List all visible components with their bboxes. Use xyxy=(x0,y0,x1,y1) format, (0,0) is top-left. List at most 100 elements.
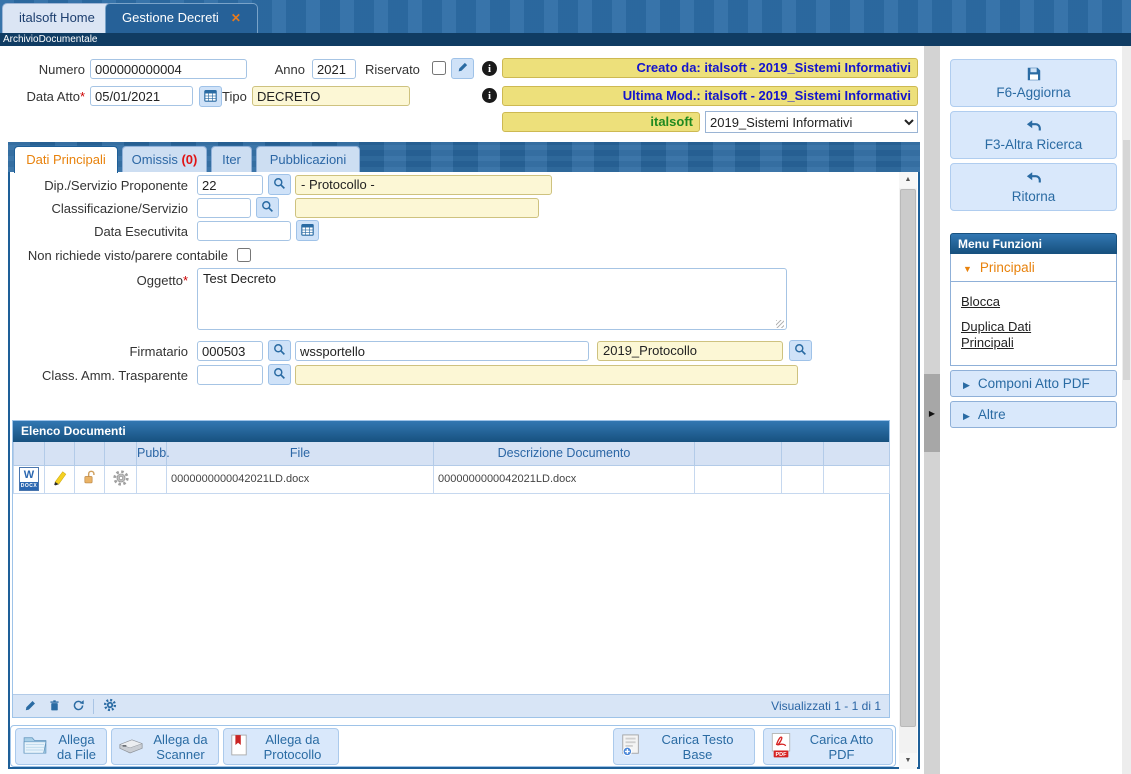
col-pubb[interactable]: Pubb. xyxy=(137,442,167,465)
info-icon: i xyxy=(482,88,497,103)
f6-aggiorna-button[interactable]: F6-Aggiorna xyxy=(950,59,1117,107)
pencil-icon xyxy=(24,699,37,715)
search-icon xyxy=(794,343,807,359)
allega-da-scanner-button[interactable]: Allega da Scanner xyxy=(111,728,219,765)
delete-document-button[interactable] xyxy=(45,698,63,715)
profilo-select[interactable]: 2019_Sistemi Informativi xyxy=(705,111,918,133)
scroll-down-icon[interactable]: ▼ xyxy=(899,753,917,769)
attach-toolbar: Allega da File Allega da Scanner Allega … xyxy=(10,725,896,767)
load-text-icon xyxy=(620,733,642,760)
documents-panel-title: Elenco Documenti xyxy=(13,421,889,442)
data-esecutivita-field[interactable] xyxy=(197,221,291,241)
data-esecutivita-calendar-button[interactable] xyxy=(296,220,319,241)
firmatario-ufficio-search-button[interactable] xyxy=(789,340,812,361)
ritorna-button[interactable]: Ritorna xyxy=(950,163,1117,211)
refresh-icon xyxy=(72,699,85,715)
visto-checkbox[interactable] xyxy=(237,248,251,262)
col-descrizione[interactable]: Descrizione Documento xyxy=(434,442,695,465)
breadcrumb: ArchivioDocumentale xyxy=(0,33,1131,46)
class-amm-label: Class. Amm. Trasparente xyxy=(10,366,188,386)
principali-links: Blocca Duplica Dati Principali xyxy=(950,282,1117,366)
data-atto-label: Data Atto* xyxy=(0,87,85,107)
class-amm-desc xyxy=(295,365,798,385)
carica-atto-pdf-button[interactable]: PDF Carica Atto PDF xyxy=(763,728,893,765)
firmatario-ufficio: 2019_Protocollo xyxy=(597,341,783,361)
documents-toolbar: Visualizzati 1 - 1 di 1 xyxy=(13,694,889,717)
content-scrollbar[interactable]: ▲ ▼ xyxy=(899,172,917,769)
ultima-mod-banner: Ultima Mod.: italsoft - 2019_Sistemi Inf… xyxy=(502,86,918,106)
section-componi-atto-pdf[interactable]: ▶Componi Atto PDF xyxy=(950,370,1117,397)
utente-box: italsoft xyxy=(502,112,700,132)
table-row[interactable]: WDOCX 0000000000042021LD.docx 0000000000… xyxy=(14,465,890,493)
classificazione-label: Classificazione/Servizio xyxy=(10,199,188,219)
blocca-link[interactable]: Blocca xyxy=(961,294,1076,310)
allega-da-file-button[interactable]: Allega da File xyxy=(15,728,107,765)
scanner-icon xyxy=(118,736,144,758)
tab-iter[interactable]: Iter xyxy=(211,146,252,172)
section-principali[interactable]: ▼Principali xyxy=(950,254,1117,282)
edit-riservato-button[interactable] xyxy=(451,58,474,79)
firmatario-search-button[interactable] xyxy=(268,340,291,361)
highlighter-icon[interactable] xyxy=(51,478,69,490)
info-icon: i xyxy=(482,61,497,76)
class-amm-search-button[interactable] xyxy=(268,364,291,385)
tab-label: Gestione Decreti xyxy=(122,10,219,25)
scroll-up-icon[interactable]: ▲ xyxy=(899,172,917,188)
svg-text:PDF: PDF xyxy=(776,752,788,758)
caret-right-icon: ▶ xyxy=(963,411,970,421)
oggetto-label: Oggetto* xyxy=(10,271,188,291)
tipo-label: Tipo xyxy=(222,87,248,107)
creato-da-banner: Creato da: italsoft - 2019_Sistemi Infor… xyxy=(502,58,918,78)
documents-panel: Elenco Documenti Pubb. File Descrizione … xyxy=(12,420,890,718)
firmatario-nome-field[interactable] xyxy=(295,341,589,361)
gear-icon[interactable] xyxy=(112,478,130,490)
classificazione-desc xyxy=(295,198,539,218)
required-mark: * xyxy=(80,89,85,104)
dip-servizio-label: Dip./Servizio Proponente xyxy=(10,176,188,196)
dip-servizio-search-button[interactable] xyxy=(268,174,291,195)
panel-splitter[interactable]: ▶ xyxy=(924,46,940,774)
numero-field[interactable] xyxy=(90,59,247,79)
splitter-arrow-icon: ▶ xyxy=(929,409,935,418)
class-amm-code-field[interactable] xyxy=(197,365,263,385)
tab-pubblicazioni[interactable]: Pubblicazioni xyxy=(256,146,360,172)
resize-grip-icon[interactable] xyxy=(776,320,784,328)
refresh-documents-button[interactable] xyxy=(69,698,87,715)
dati-principali-content: Dip./Servizio Proponente - Protocollo - … xyxy=(8,172,920,769)
anno-field[interactable] xyxy=(312,59,356,79)
col-file[interactable]: File xyxy=(167,442,434,465)
carica-testo-base-button[interactable]: Carica Testo Base xyxy=(613,728,755,765)
tab-dati-principali[interactable]: Dati Principali xyxy=(14,146,118,173)
close-icon[interactable]: ✕ xyxy=(231,11,241,25)
scrollbar-thumb[interactable] xyxy=(1123,140,1130,380)
f3-altra-ricerca-button[interactable]: F3-Altra Ricerca xyxy=(950,111,1117,159)
dip-servizio-code-field[interactable] xyxy=(197,175,263,195)
tab-gestione-decreti[interactable]: Gestione Decreti ✕ xyxy=(105,3,258,33)
folder-icon xyxy=(22,735,48,758)
tab-italsoft-home[interactable]: italsoft Home xyxy=(2,3,112,33)
allega-da-protocollo-button[interactable]: Allega da Protocollo xyxy=(223,728,339,765)
riservato-checkbox[interactable] xyxy=(432,61,446,75)
back-arrow-icon xyxy=(951,118,1116,135)
oggetto-textarea[interactable]: Test Decreto xyxy=(197,268,787,330)
firmatario-code-field[interactable] xyxy=(197,341,263,361)
section-altre[interactable]: ▶Altre xyxy=(950,401,1117,428)
unlock-icon[interactable] xyxy=(81,477,98,489)
tipo-field[interactable] xyxy=(252,86,410,106)
classificazione-code-field[interactable] xyxy=(197,198,251,218)
tab-omissis[interactable]: Omissis (0) xyxy=(122,146,207,172)
word-docx-icon[interactable]: WDOCX xyxy=(19,467,39,491)
data-atto-field[interactable] xyxy=(90,86,193,106)
duplica-dati-principali-link[interactable]: Duplica Dati Principali xyxy=(961,319,1076,351)
sidebar: F6-Aggiorna F3-Altra Ricerca Ritorna Men… xyxy=(944,46,1121,774)
scrollbar-thumb[interactable] xyxy=(900,189,916,727)
dip-servizio-desc: - Protocollo - xyxy=(295,175,552,195)
window-scrollbar[interactable] xyxy=(1122,46,1131,774)
save-icon xyxy=(951,66,1116,83)
classificazione-search-button[interactable] xyxy=(256,197,279,218)
grid-settings-button[interactable] xyxy=(101,698,119,715)
data-atto-calendar-button[interactable] xyxy=(199,86,222,107)
anno-label: Anno xyxy=(260,60,305,80)
splitter-handle[interactable]: ▶ xyxy=(924,374,940,452)
edit-document-button[interactable] xyxy=(21,698,39,715)
